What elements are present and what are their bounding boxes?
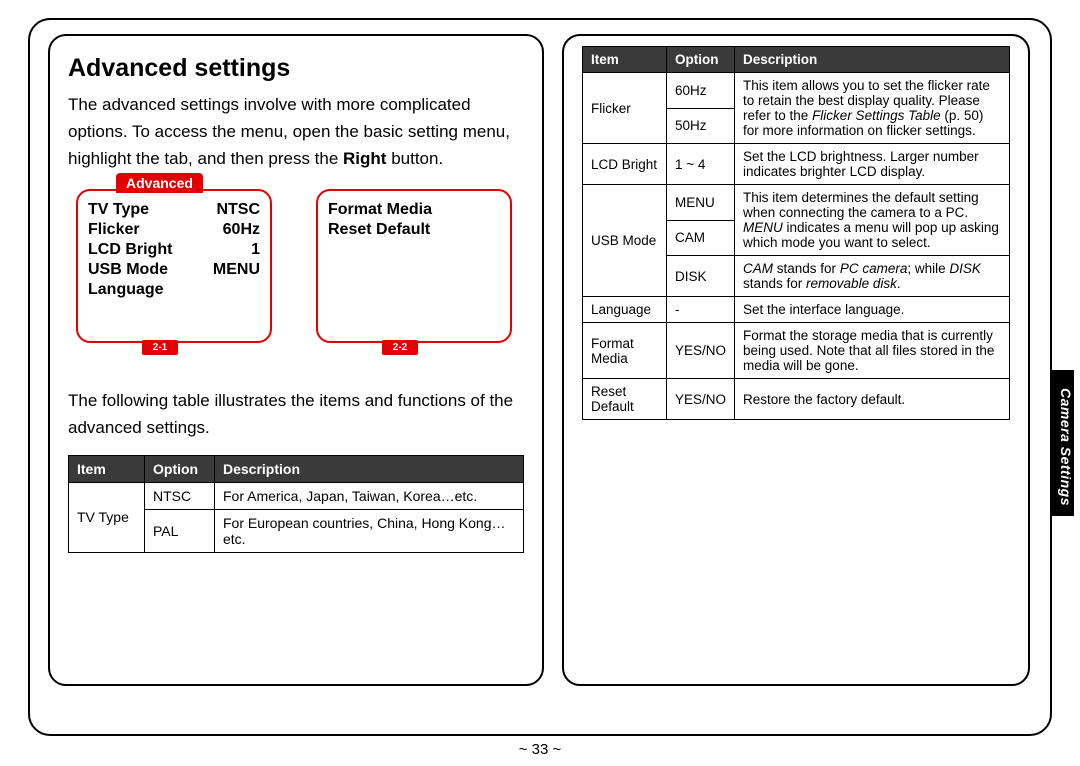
cell-option: YES/NO xyxy=(667,379,735,420)
menu-row-label: USB Mode xyxy=(88,261,168,279)
cell-description: Restore the factory default. xyxy=(735,379,1010,420)
intro-text-pre: The advanced settings involve with more … xyxy=(68,95,510,168)
menu-tab-advanced: Advanced xyxy=(116,173,203,193)
menu-row-label: TV Type xyxy=(88,201,149,219)
right-spec-table: Item Option Description Flicker60HzThis … xyxy=(582,46,1010,420)
th-item: Item xyxy=(69,455,145,482)
cell-option-pal: PAL xyxy=(145,509,215,552)
table-intro-paragraph: The following table illustrates the item… xyxy=(68,387,524,441)
menu-row-value: MENU xyxy=(213,261,260,279)
menu-screen-2: Format MediaReset Default 2-2 xyxy=(316,189,512,343)
th-description-r: Description xyxy=(735,47,1010,73)
th-item-r: Item xyxy=(583,47,667,73)
right-panel: Item Option Description Flicker60HzThis … xyxy=(562,34,1030,686)
cell-option: 1 ~ 4 xyxy=(667,144,735,185)
cell-option: - xyxy=(667,297,735,323)
left-panel: Advanced settings The advanced settings … xyxy=(48,34,544,686)
th-option-r: Option xyxy=(667,47,735,73)
cell-description: This item determines the default setting… xyxy=(735,185,1010,256)
intro-paragraph: The advanced settings involve with more … xyxy=(68,91,524,173)
menu-row-label: Flicker xyxy=(88,221,140,239)
th-option: Option xyxy=(145,455,215,482)
cell-item: Reset Default xyxy=(583,379,667,420)
menu-row-label: LCD Bright xyxy=(88,241,172,259)
th-description: Description xyxy=(215,455,524,482)
cell-option: 60Hz xyxy=(667,73,735,109)
cell-description: CAM stands for PC camera; while DISK sta… xyxy=(735,256,1010,297)
cell-option-ntsc: NTSC xyxy=(145,482,215,509)
cell-desc-ntsc: For America, Japan, Taiwan, Korea…etc. xyxy=(215,482,524,509)
cell-option: DISK xyxy=(667,256,735,297)
cell-item-tvtype: TV Type xyxy=(69,482,145,552)
cell-item: Language xyxy=(583,297,667,323)
section-title: Advanced settings xyxy=(68,54,524,83)
menu-row-label: Format Media xyxy=(328,201,432,219)
menu-row: Language xyxy=(88,281,260,299)
cell-desc-pal: For European countries, China, Hong Kong… xyxy=(215,509,524,552)
cell-item: Flicker xyxy=(583,73,667,144)
page-number: ~ 33 ~ xyxy=(0,741,1080,758)
cell-option: YES/NO xyxy=(667,323,735,379)
right-button-word: Right xyxy=(343,149,386,168)
cell-item: Format Media xyxy=(583,323,667,379)
cell-option: CAM xyxy=(667,220,735,256)
cell-option: 50Hz xyxy=(667,108,735,144)
menu-page-indicator-2: 2-2 xyxy=(382,340,418,355)
menu-row-value: 60Hz xyxy=(223,221,260,239)
cell-item: USB Mode xyxy=(583,185,667,297)
cell-description: This item allows you to set the flicker … xyxy=(735,73,1010,144)
menu-row-label: Language xyxy=(88,281,164,299)
menu-row: Flicker 60Hz xyxy=(88,221,260,239)
side-tab-camera-settings: Camera Settings xyxy=(1052,370,1074,516)
menu-page-indicator-1: 2-1 xyxy=(142,340,178,355)
menu-row-value: 1 xyxy=(251,241,260,259)
menu-row: USB Mode MENU xyxy=(88,261,260,279)
menu-row-value: NTSC xyxy=(216,201,260,219)
menu-screen-1: Advanced TV TypeNTSCFlicker60HzLCD Brigh… xyxy=(76,189,272,343)
intro-text-post: button. xyxy=(386,149,443,168)
left-spec-table: Item Option Description TV Type NTSC For… xyxy=(68,455,524,553)
cell-description: Format the storage media that is current… xyxy=(735,323,1010,379)
menu-row: Reset Default xyxy=(328,221,500,239)
cell-description: Set the LCD brightness. Larger number in… xyxy=(735,144,1010,185)
menu-row: Format Media xyxy=(328,201,500,219)
cell-description: Set the interface language. xyxy=(735,297,1010,323)
menu-row: TV Type NTSC xyxy=(88,201,260,219)
cell-item: LCD Bright xyxy=(583,144,667,185)
menu-row-label: Reset Default xyxy=(328,221,430,239)
menu-row: LCD Bright 1 xyxy=(88,241,260,259)
menu-screens-wrap: Advanced TV TypeNTSCFlicker60HzLCD Brigh… xyxy=(76,189,524,343)
cell-option: MENU xyxy=(667,185,735,221)
